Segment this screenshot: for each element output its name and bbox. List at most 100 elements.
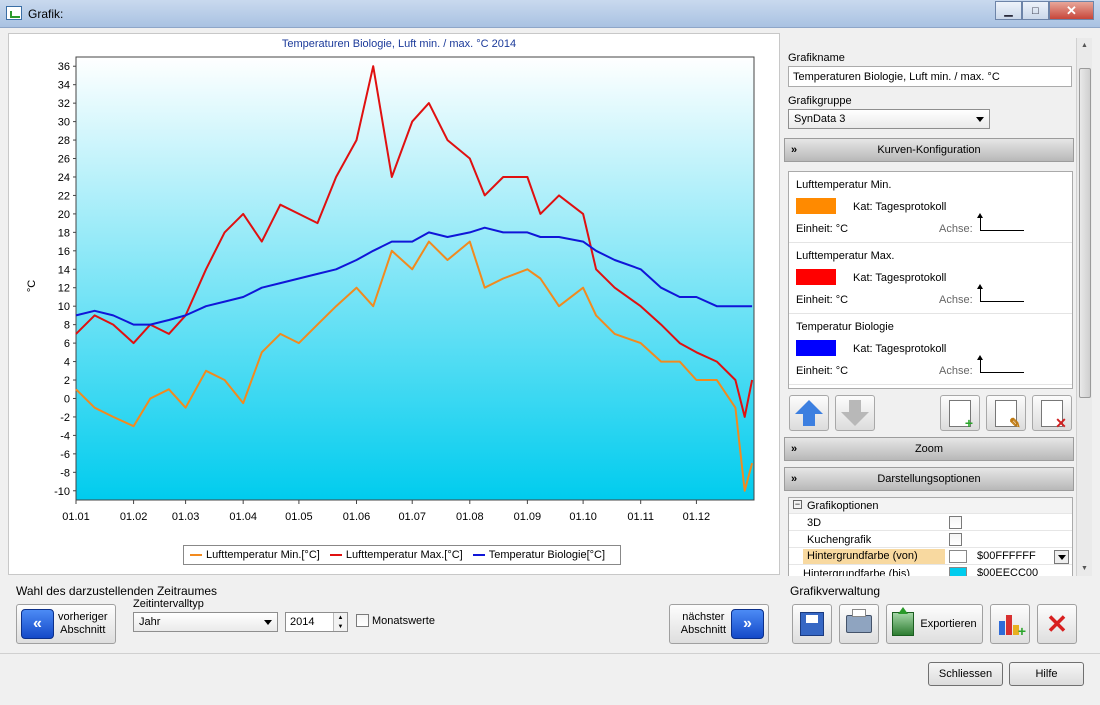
curve-color-swatch[interactable]	[796, 340, 836, 356]
grafikgruppe-label: Grafikgruppe	[788, 95, 852, 107]
collapse-icon[interactable]: −	[793, 500, 802, 509]
move-up-button[interactable]	[789, 395, 829, 431]
kurven-konfiguration-header[interactable]: » Kurven-Konfiguration	[784, 138, 1074, 162]
y-tick-label: 8	[64, 320, 70, 332]
maximize-button[interactable]: □	[1022, 1, 1049, 20]
delete-chart-button[interactable]: ✕	[1037, 604, 1077, 644]
scroll-thumb[interactable]	[1079, 68, 1091, 398]
darstellungsoptionen-header[interactable]: » Darstellungsoptionen	[784, 467, 1074, 491]
year-stepper[interactable]: 2014 ▲ ▼	[285, 612, 348, 632]
y-tick-label: 18	[58, 227, 70, 239]
collapse-chevron-icon: »	[791, 144, 798, 156]
property-kuchengrafik-checkbox[interactable]	[949, 533, 962, 546]
scroll-down-icon[interactable]: ▼	[1081, 565, 1088, 572]
down-arrow-icon	[841, 400, 869, 426]
help-button[interactable]: Hilfe	[1009, 662, 1084, 686]
y-tick-label: 32	[58, 98, 70, 110]
next-label-1: nächster	[682, 611, 725, 623]
curve-name: Lufttemperatur Min.	[796, 179, 892, 191]
grafikgruppe-select[interactable]: SynData 3	[788, 109, 990, 129]
curve-item[interactable]: Lufttemperatur Min. Kat: Tagesprotokoll …	[789, 172, 1072, 243]
grafikgruppe-value: SynData 3	[794, 113, 846, 125]
curve-color-swatch[interactable]	[796, 198, 836, 214]
color-swatch	[949, 567, 967, 576]
curve-axis-label: Achse:	[939, 294, 973, 306]
curve-item[interactable]: Temperatur Biologie Kat: Tagesprotokoll …	[789, 314, 1072, 385]
export-icon	[892, 607, 915, 636]
y-tick-label: 10	[58, 301, 70, 313]
prev-label-1: vorheriger	[58, 611, 108, 623]
new-chart-button[interactable]: +	[990, 604, 1030, 644]
y-tick-label: 30	[58, 117, 70, 129]
curve-item[interactable]: Lufttemperatur Max. Kat: Tagesprotokoll …	[789, 243, 1072, 314]
next-label-2: Abschnitt	[680, 624, 726, 636]
property-key: Hintergrundfarbe (bis)	[803, 568, 910, 576]
close-window-button[interactable]: ✕	[1049, 1, 1094, 20]
add-document-icon: +	[949, 399, 973, 430]
next-section-button[interactable]: nächster Abschnitt »	[669, 604, 769, 644]
legend-item: Lufttemperatur Min.[°C]	[190, 549, 320, 561]
x-tick-label: 01.03	[172, 511, 200, 523]
delete-document-icon: ✕	[1041, 399, 1067, 430]
curve-color-swatch[interactable]	[796, 269, 836, 285]
x-tick-label: 01.08	[456, 511, 484, 523]
spin-up-icon[interactable]: ▲	[338, 615, 344, 621]
curve-category: Kat: Tagesprotokoll	[853, 272, 947, 284]
x-tick-label: 01.11	[627, 511, 654, 523]
save-button[interactable]	[792, 604, 832, 644]
legend-swatch-min	[190, 554, 202, 556]
x-tick-label: 01.07	[398, 511, 426, 523]
settings-panel: Grafikname Temperaturen Biologie, Luft m…	[784, 38, 1074, 576]
property-grid: − Grafikoptionen 3D Kuchengrafik Hinterg…	[788, 497, 1073, 576]
y-tick-label: 24	[58, 172, 70, 184]
previous-section-button[interactable]: « vorheriger Abschnitt	[16, 604, 116, 644]
move-down-button[interactable]	[835, 395, 875, 431]
chevron-down-icon	[264, 620, 272, 625]
y-tick-label: 14	[58, 264, 70, 276]
print-button[interactable]	[839, 604, 879, 644]
zeitraum-label: Wahl des darzustellenden Zeitraumes	[16, 584, 217, 598]
intervall-label: Zeitintervalltyp	[133, 598, 204, 610]
y-tick-label: 4	[64, 357, 70, 369]
zoom-header[interactable]: » Zoom	[784, 437, 1074, 461]
y-tick-label: -4	[60, 430, 70, 442]
monatswerte-checkbox[interactable]	[356, 614, 369, 627]
intervall-select[interactable]: Jahr	[133, 612, 278, 632]
property-row[interactable]: Hintergrundfarbe (von) $00FFFFFF	[789, 549, 1072, 565]
x-tick-label: 01.09	[514, 511, 542, 523]
dropdown-button[interactable]	[1054, 550, 1069, 564]
property-value: $00EECC00	[977, 567, 1039, 576]
curve-name: Temperatur Biologie	[796, 321, 894, 333]
property-row[interactable]: Kuchengrafik	[789, 532, 1072, 548]
legend-item: Lufttemperatur Max.[°C]	[329, 549, 463, 561]
double-left-arrow-icon: «	[21, 609, 54, 639]
y-tick-label: 2	[64, 375, 70, 387]
title-bar: Grafik: ▁ □ ✕	[0, 0, 1100, 28]
settings-scrollbar[interactable]: ▲ ▼	[1076, 38, 1092, 576]
year-value: 2014	[290, 616, 315, 628]
grafikverwaltung-label: Grafikverwaltung	[790, 584, 881, 598]
add-curve-button[interactable]: +	[940, 395, 980, 431]
y-tick-label: -8	[60, 467, 70, 479]
intervall-value: Jahr	[139, 616, 161, 628]
x-tick-label: 01.12	[683, 511, 711, 523]
grafikname-input[interactable]: Temperaturen Biologie, Luft min. / max. …	[788, 66, 1072, 87]
close-button[interactable]: Schliessen	[928, 662, 1003, 686]
spin-down-icon[interactable]: ▼	[338, 624, 344, 630]
property-3d-checkbox[interactable]	[949, 516, 962, 529]
minimize-button[interactable]: ▁	[995, 1, 1022, 20]
y-tick-label: 12	[58, 283, 70, 295]
delete-curve-button[interactable]: ✕	[1032, 395, 1072, 431]
property-row[interactable]: Hintergrundfarbe (bis) $00EECC00	[789, 566, 1072, 576]
y-tick-label: -6	[60, 449, 70, 461]
legend-label-max: Lufttemperatur Max.[°C]	[345, 549, 463, 561]
edit-curve-button[interactable]: ✎	[986, 395, 1026, 431]
property-group-row[interactable]: − Grafikoptionen	[789, 498, 1072, 514]
darstellung-header-label: Darstellungsoptionen	[877, 473, 981, 485]
curve-axis-label: Achse:	[939, 365, 973, 377]
property-row[interactable]: 3D	[789, 515, 1072, 531]
scroll-up-icon[interactable]: ▲	[1081, 42, 1088, 49]
y-tick-label: 34	[58, 80, 70, 92]
y-axis-label: °C	[26, 280, 38, 292]
export-button[interactable]: Exportieren	[886, 604, 983, 644]
